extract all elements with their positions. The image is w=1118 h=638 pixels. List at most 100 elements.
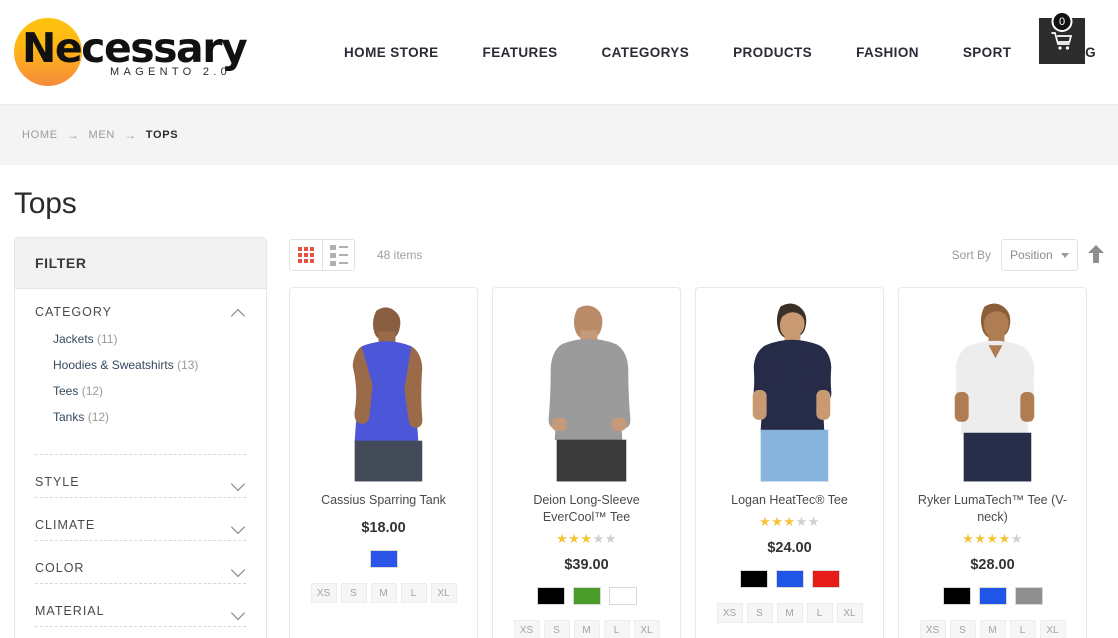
main-navigation: HOME STORE FEATURES CATEGORYS PRODUCTS F…	[322, 45, 1118, 60]
filter-option-jackets[interactable]: Jackets (11)	[53, 332, 246, 346]
filter-section-title: COLOR	[35, 561, 85, 575]
chevron-up-icon	[232, 308, 246, 317]
size-option-s[interactable]: S	[746, 603, 773, 623]
logo-text: Necessary	[22, 23, 248, 72]
color-swatch[interactable]	[369, 550, 398, 568]
nav-item-home-store[interactable]: HOME STORE	[322, 45, 461, 60]
list-view-button[interactable]	[322, 240, 354, 270]
size-option-l[interactable]: L	[1009, 620, 1036, 638]
product-list-area: 48 items Sort By Position Cassius Sparri…	[289, 237, 1104, 638]
cart-button[interactable]: 0	[1039, 11, 1085, 64]
breadcrumb-item-men[interactable]: MEN	[89, 129, 116, 141]
color-swatch[interactable]	[739, 570, 768, 588]
logo[interactable]: Necessary MAGENTO 2.0	[0, 0, 286, 105]
product-card[interactable]: Ryker LumaTech™ Tee (V-neck) ★★★★★ $28.0…	[898, 287, 1087, 638]
sort-direction-button[interactable]	[1088, 245, 1104, 265]
nav-item-products[interactable]: PRODUCTS	[711, 45, 834, 60]
shopping-cart-icon	[1051, 32, 1073, 50]
color-swatch[interactable]	[811, 570, 840, 588]
color-swatch[interactable]	[572, 587, 601, 605]
filter-option-label: Tees	[53, 384, 79, 398]
product-card[interactable]: Logan HeatTec® Tee ★★★★★ $24.00 XS S M L…	[695, 287, 884, 638]
size-option-s[interactable]: S	[543, 620, 570, 638]
product-price: $18.00	[361, 520, 406, 536]
product-price: $39.00	[564, 557, 609, 573]
size-option-xl[interactable]: XL	[836, 603, 863, 623]
size-option-xl[interactable]: XL	[430, 583, 457, 603]
nav-item-categorys[interactable]: CATEGORYS	[580, 45, 712, 60]
filter-option-label: Jackets	[53, 332, 94, 346]
nav-item-fashion[interactable]: FASHION	[834, 45, 941, 60]
filter-section-category-header[interactable]: CATEGORY	[35, 305, 246, 319]
nav-item-sport[interactable]: SPORT	[941, 45, 1034, 60]
size-option-xs[interactable]: XS	[716, 603, 743, 623]
product-card[interactable]: Cassius Sparring Tank $18.00 XS S M L XL	[289, 287, 478, 638]
size-option-s[interactable]: S	[340, 583, 367, 603]
size-option-xs[interactable]: XS	[919, 620, 946, 638]
product-image[interactable]	[502, 298, 671, 482]
size-option-s[interactable]: S	[949, 620, 976, 638]
chevron-down-icon	[1061, 252, 1069, 258]
color-swatch[interactable]	[1014, 587, 1043, 605]
sort-by-select[interactable]: Position	[1001, 239, 1078, 271]
filter-section-climate: CLIMATE	[33, 502, 248, 545]
size-option-xl[interactable]: XL	[1039, 620, 1066, 638]
color-swatch[interactable]	[608, 587, 637, 605]
product-card[interactable]: Deion Long-Sleeve EverCool™ Tee ★★★★★ $3…	[492, 287, 681, 638]
filter-section-climate-header[interactable]: CLIMATE	[35, 518, 246, 532]
size-option-m[interactable]: M	[979, 620, 1006, 638]
filter-option-list: Jackets (11) Hoodies & Sweatshirts (13) …	[35, 319, 246, 446]
product-photo-illustration	[299, 298, 468, 482]
product-photo-illustration	[705, 298, 874, 482]
product-name[interactable]: Cassius Sparring Tank	[321, 492, 446, 509]
filter-section-category: CATEGORY Jackets (11) Hoodies & Sweatshi…	[33, 289, 248, 459]
nav-item-features[interactable]: FEATURES	[461, 45, 580, 60]
product-color-swatches	[536, 587, 637, 605]
filter-option-tees[interactable]: Tees (12)	[53, 384, 246, 398]
product-size-options: XS S M L XL	[513, 620, 660, 638]
chevron-down-icon	[232, 521, 246, 530]
product-price: $24.00	[767, 540, 812, 556]
divider	[35, 583, 246, 584]
size-option-m[interactable]: M	[573, 620, 600, 638]
size-option-m[interactable]: M	[370, 583, 397, 603]
product-rating: ★★★★★	[759, 515, 820, 529]
size-option-l[interactable]: L	[806, 603, 833, 623]
filter-option-hoodies-sweatshirts[interactable]: Hoodies & Sweatshirts (13)	[53, 358, 246, 372]
logo-subtitle: MAGENTO 2.0	[110, 65, 232, 78]
size-option-l[interactable]: L	[400, 583, 427, 603]
rating-stars-empty: ★	[1010, 531, 1023, 546]
breadcrumb-separator-icon: →	[66, 128, 80, 142]
product-name[interactable]: Deion Long-Sleeve EverCool™ Tee	[507, 492, 667, 526]
filter-section-style-header[interactable]: STYLE	[35, 475, 246, 489]
color-swatch[interactable]	[536, 587, 565, 605]
product-image[interactable]	[299, 298, 468, 482]
breadcrumb-separator-icon: →	[124, 128, 137, 142]
filter-option-count: (12)	[87, 410, 110, 424]
chevron-down-icon	[232, 607, 246, 616]
color-swatch[interactable]	[942, 587, 971, 605]
product-color-swatches	[942, 587, 1043, 605]
color-swatch[interactable]	[775, 570, 804, 588]
grid-view-button[interactable]	[290, 240, 322, 270]
size-option-xs[interactable]: XS	[310, 583, 337, 603]
size-option-l[interactable]: L	[603, 620, 630, 638]
items-count: 48 items	[377, 248, 423, 262]
page-title: Tops	[14, 187, 77, 220]
filter-section-material: MATERIAL	[33, 588, 248, 631]
size-option-xs[interactable]: XS	[513, 620, 540, 638]
rating-stars-empty: ★★	[592, 531, 617, 546]
breadcrumb-bar: HOME → MEN → TOPS	[0, 105, 1118, 165]
size-option-xl[interactable]: XL	[633, 620, 660, 638]
product-image[interactable]	[908, 298, 1077, 482]
breadcrumb-item-home[interactable]: HOME	[22, 129, 58, 141]
product-name[interactable]: Ryker LumaTech™ Tee (V-neck)	[913, 492, 1073, 526]
filter-option-tanks[interactable]: Tanks (12)	[53, 410, 246, 424]
filter-section-material-header[interactable]: MATERIAL	[35, 604, 246, 618]
color-swatch[interactable]	[978, 587, 1007, 605]
size-option-m[interactable]: M	[776, 603, 803, 623]
filter-section-color-header[interactable]: COLOR	[35, 561, 246, 575]
product-image[interactable]	[705, 298, 874, 482]
filter-option-label: Hoodies & Sweatshirts	[53, 358, 174, 372]
product-name[interactable]: Logan HeatTec® Tee	[731, 492, 848, 509]
